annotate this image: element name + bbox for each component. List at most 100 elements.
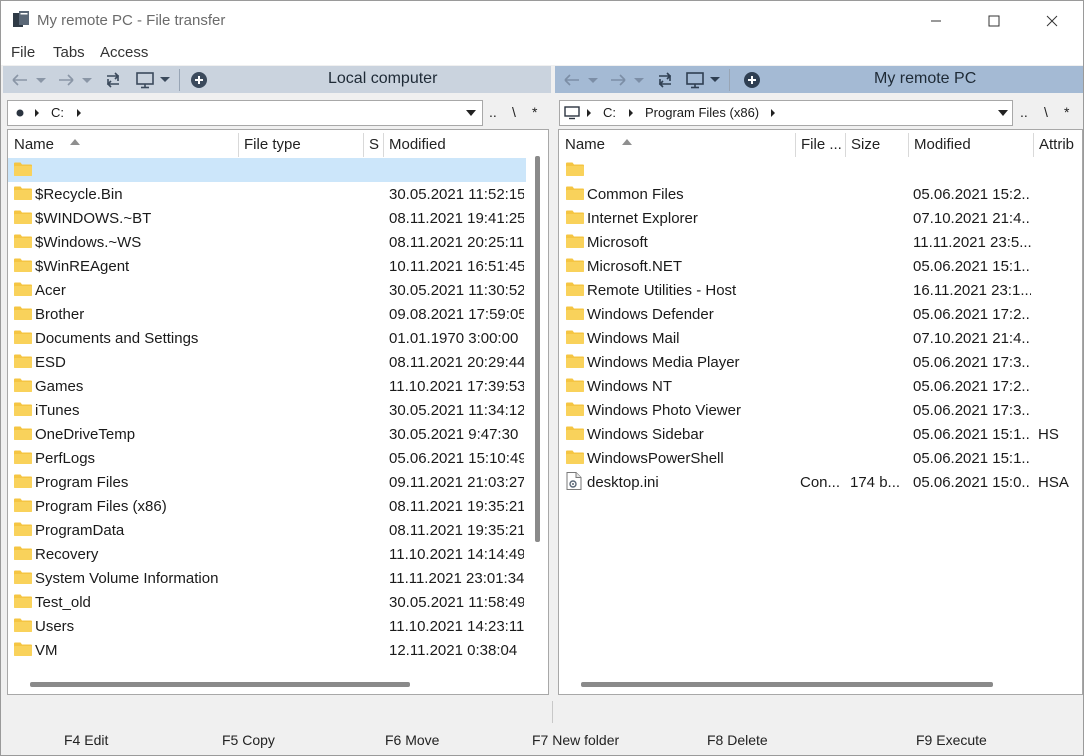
back-button[interactable] [563, 70, 599, 90]
table-row[interactable] [8, 158, 526, 182]
parent-folder-button[interactable]: .. [489, 104, 497, 120]
column-header-modified[interactable]: Modified [908, 130, 1033, 158]
computer-select-button[interactable] [685, 70, 721, 90]
column-header-file-type[interactable]: File type [238, 130, 363, 158]
dropdown-icon[interactable] [998, 110, 1008, 116]
file-modified: 30.05.2021 11:30:52 [389, 282, 524, 299]
column-header-modified[interactable]: Modified [383, 130, 523, 158]
table-row[interactable]: Windows Media Player 05.06.2021 17:3... [559, 350, 1082, 374]
remote-panel-header: My remote PC [555, 66, 1083, 93]
file-name: Microsoft.NET [587, 258, 683, 275]
file-modified: 11.11.2021 23:5... [913, 234, 1031, 251]
local-path-bar[interactable]: C: [7, 100, 483, 126]
remote-path-bar[interactable]: C: Program Files (x86) [559, 100, 1013, 126]
table-row[interactable]: VM 12.11.2021 0:38:04 [8, 638, 526, 662]
path-segment-folder[interactable]: Program Files (x86) [645, 105, 759, 120]
table-row[interactable]: $Windows.~WS 08.11.2021 20:25:11 [8, 230, 526, 254]
column-header-name[interactable]: Name [559, 130, 795, 158]
f4-edit-button[interactable]: F4 Edit [64, 732, 108, 748]
close-button[interactable] [1023, 1, 1081, 41]
table-row[interactable]: Internet Explorer 07.10.2021 21:4... [559, 206, 1082, 230]
table-row[interactable]: Microsoft 11.11.2021 23:5... [559, 230, 1082, 254]
column-header-size[interactable]: S [363, 130, 383, 158]
forward-button[interactable] [57, 70, 93, 90]
table-row[interactable]: Windows Mail 07.10.2021 21:4... [559, 326, 1082, 350]
file-modified: 05.06.2021 15:10:49 [389, 450, 524, 467]
table-row[interactable] [559, 158, 1082, 182]
table-row[interactable]: Program Files (x86) 08.11.2021 19:35:21 [8, 494, 526, 518]
table-row[interactable]: desktop.ini Con... 174 b... 05.06.2021 15:0… [559, 470, 1082, 494]
table-row[interactable]: Program Files 09.11.2021 21:03:27 [8, 470, 526, 494]
menu-tabs[interactable]: Tabs [53, 44, 85, 61]
path-segment-drive[interactable]: C: [603, 105, 616, 120]
table-row[interactable]: Microsoft.NET 05.06.2021 15:1... [559, 254, 1082, 278]
table-row[interactable]: Windows Photo Viewer 05.06.2021 17:3... [559, 398, 1082, 422]
file-modified: 09.11.2021 21:03:27 [389, 474, 524, 491]
file-name: Program Files [35, 474, 129, 491]
table-row[interactable]: iTunes 30.05.2021 11:34:12 [8, 398, 526, 422]
close-icon [1046, 15, 1058, 27]
filter-button[interactable]: * [1064, 104, 1069, 120]
table-row[interactable]: Users 11.10.2021 14:23:11 [8, 614, 526, 638]
root-folder-button[interactable]: \ [1044, 104, 1048, 120]
back-button[interactable] [11, 70, 47, 90]
dropdown-icon[interactable] [466, 110, 476, 116]
parent-folder-button[interactable]: .. [1020, 104, 1028, 120]
table-row[interactable]: $WinREAgent 10.11.2021 16:51:45 [8, 254, 526, 278]
refresh-button[interactable] [103, 70, 123, 90]
table-row[interactable]: $Recycle.Bin 30.05.2021 11:52:15 [8, 182, 526, 206]
menu-access[interactable]: Access [100, 44, 148, 61]
f8-delete-button[interactable]: F8 Delete [707, 732, 768, 748]
table-row[interactable]: Recovery 11.10.2021 14:14:49 [8, 542, 526, 566]
monitor-icon [136, 72, 170, 89]
table-row[interactable]: Windows NT 05.06.2021 17:2... [559, 374, 1082, 398]
table-row[interactable]: Common Files 05.06.2021 15:2... [559, 182, 1082, 206]
table-row[interactable]: ProgramData 08.11.2021 19:35:21 [8, 518, 526, 542]
table-row[interactable]: Windows Defender 05.06.2021 17:2... [559, 302, 1082, 326]
horizontal-scrollbar[interactable] [30, 682, 410, 687]
back-arrow-icon [564, 74, 598, 86]
file-modified: 09.08.2021 17:59:05 [389, 306, 524, 323]
table-row[interactable]: $WINDOWS.~BT 08.11.2021 19:41:25 [8, 206, 526, 230]
column-header-name[interactable]: Name [8, 130, 238, 158]
minimize-button[interactable] [907, 1, 965, 41]
column-header-size[interactable]: Size [845, 130, 908, 158]
column-header-attributes[interactable]: Attrib [1033, 130, 1082, 158]
add-tab-button[interactable] [743, 70, 761, 90]
folder-icon [14, 186, 32, 200]
table-row[interactable]: Windows Sidebar 05.06.2021 15:1... HS [559, 422, 1082, 446]
refresh-button[interactable] [655, 70, 675, 90]
f7-new-folder-button[interactable]: F7 New folder [532, 732, 619, 748]
table-row[interactable]: Remote Utilities - Host 16.11.2021 23:1..… [559, 278, 1082, 302]
computer-select-button[interactable] [135, 70, 171, 90]
maximize-button[interactable] [965, 1, 1023, 41]
table-row[interactable]: Brother 09.08.2021 17:59:05 [8, 302, 526, 326]
table-row[interactable]: PerfLogs 05.06.2021 15:10:49 [8, 446, 526, 470]
root-folder-button[interactable]: \ [512, 104, 516, 120]
folder-icon [14, 618, 32, 632]
f5-copy-button[interactable]: F5 Copy [222, 732, 275, 748]
menu-file[interactable]: File [11, 44, 35, 61]
column-header-file-type[interactable]: File ... [795, 130, 845, 158]
f6-move-button[interactable]: F6 Move [385, 732, 439, 748]
table-row[interactable]: Acer 30.05.2021 11:30:52 [8, 278, 526, 302]
table-row[interactable]: ESD 08.11.2021 20:29:44 [8, 350, 526, 374]
file-name: Remote Utilities - Host [587, 282, 737, 299]
local-file-list[interactable]: Name File type S Modified $Recycle.Bin 30… [7, 129, 549, 695]
forward-button[interactable] [609, 70, 645, 90]
horizontal-scrollbar[interactable] [581, 682, 993, 687]
vertical-scrollbar[interactable] [535, 156, 540, 542]
filter-button[interactable]: * [532, 104, 537, 120]
table-row[interactable]: Documents and Settings 01.01.1970 3:00:00 [8, 326, 526, 350]
table-row[interactable]: WindowsPowerShell 05.06.2021 15:1... [559, 446, 1082, 470]
table-row[interactable]: OneDriveTemp 30.05.2021 9:47:30 [8, 422, 526, 446]
add-tab-button[interactable] [190, 70, 208, 90]
folder-icon [14, 522, 32, 536]
table-row[interactable]: System Volume Information 11.11.2021 23:0… [8, 566, 526, 590]
f9-execute-button[interactable]: F9 Execute [916, 732, 987, 748]
path-segment-drive[interactable]: C: [51, 105, 64, 120]
local-panel-title: Local computer [328, 70, 438, 87]
table-row[interactable]: Test_old 30.05.2021 11:58:49 [8, 590, 526, 614]
remote-file-list[interactable]: Name File ... Size Modified Attrib Commo… [558, 129, 1083, 695]
table-row[interactable]: Games 11.10.2021 17:39:53 [8, 374, 526, 398]
